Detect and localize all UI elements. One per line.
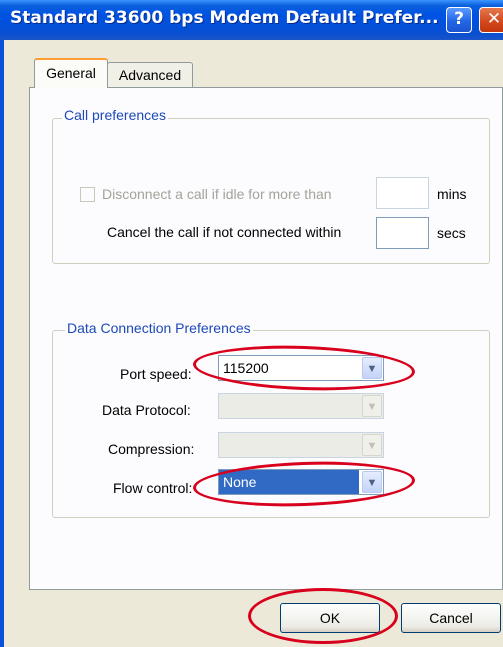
data-protocol-value [219,394,356,418]
port-speed-select[interactable]: 115200 ▼ [218,355,384,381]
close-icon: ✕ [486,9,502,29]
flow-control-value: None [219,470,359,494]
compression-value [219,433,356,457]
call-preferences-legend: Call preferences [62,107,168,123]
title-bar[interactable]: Standard 33600 bps Modem Default Prefer.… [0,0,503,40]
mins-unit-label: mins [437,186,467,202]
cancel-call-label: Cancel the call if not connected within [107,224,342,240]
modem-preferences-dialog: Standard 33600 bps Modem Default Prefer.… [0,0,503,647]
compression-label: Compression: [108,441,195,457]
tab-advanced[interactable]: Advanced [107,62,193,88]
disconnect-idle-checkbox[interactable] [80,187,95,202]
ok-button[interactable]: OK [280,603,380,633]
chevron-down-icon[interactable]: ▼ [362,395,382,417]
data-connection-legend: Data Connection Preferences [65,320,253,336]
disconnect-idle-label: Disconnect a call if idle for more than [102,186,332,202]
cancel-call-input[interactable] [376,217,429,249]
help-icon: ? [454,9,464,29]
flow-control-label: Flow control: [113,480,193,496]
disconnect-idle-input[interactable] [376,177,429,209]
chevron-down-icon[interactable]: ▼ [362,434,382,456]
cancel-button[interactable]: Cancel [401,603,501,633]
flow-control-select[interactable]: None ▼ [218,469,384,495]
help-button[interactable]: ? [446,7,472,33]
tab-general[interactable]: General [34,58,108,88]
window-border [0,40,4,647]
chevron-down-icon[interactable]: ▼ [362,357,382,379]
compression-select[interactable]: ▼ [218,432,384,458]
secs-unit-label: secs [437,225,466,241]
port-speed-label: Port speed: [120,366,192,382]
data-protocol-select[interactable]: ▼ [218,393,384,419]
chevron-down-icon[interactable]: ▼ [362,471,382,493]
window-title: Standard 33600 bps Modem Default Prefer.… [10,8,439,28]
close-button[interactable]: ✕ [479,7,503,33]
data-protocol-label: Data Protocol: [102,402,191,418]
port-speed-value: 115200 [223,360,269,376]
